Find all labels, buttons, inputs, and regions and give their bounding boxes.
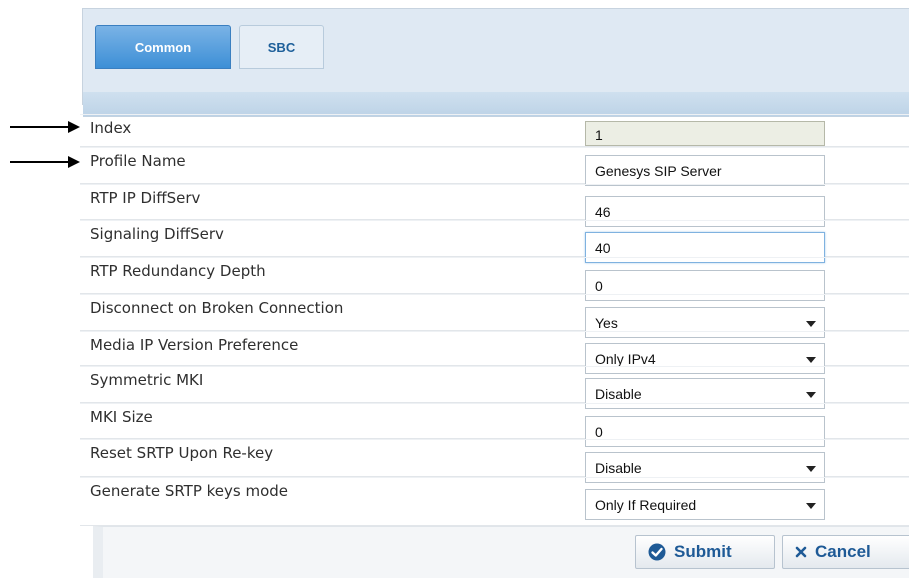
field-label: Signaling DiffServ <box>90 225 224 243</box>
field-label: Generate SRTP keys mode <box>90 482 289 500</box>
field-label: Profile Name <box>90 152 186 170</box>
tab-bar: Common SBC <box>82 8 909 117</box>
field-label: RTP IP DiffServ <box>90 189 201 207</box>
index-field: 1 <box>585 121 825 146</box>
select-value: Disable <box>595 386 642 402</box>
chevron-down-icon <box>806 392 816 398</box>
generate-srtp-keys-mode-select[interactable]: Only If Required <box>585 489 825 520</box>
tab-sbc[interactable]: SBC <box>239 25 324 69</box>
field-label: Media IP Version Preference <box>90 336 299 354</box>
row-signaling-diffserv: Signaling DiffServ 40 <box>80 220 909 263</box>
field-label: Index <box>90 119 132 137</box>
annotation-arrow-profile-name <box>10 156 80 168</box>
field-label: Symmetric MKI <box>90 371 204 389</box>
select-value: Disable <box>595 460 642 476</box>
chevron-down-icon <box>806 321 816 327</box>
chevron-down-icon <box>806 503 816 509</box>
cancel-button[interactable]: Cancel <box>782 535 909 569</box>
row-mki-size: MKI Size 0 <box>80 403 909 447</box>
annotation-arrow-index <box>10 121 80 133</box>
select-value: Yes <box>595 315 618 331</box>
profile-name-input[interactable]: Genesys SIP Server <box>585 155 825 186</box>
form-footer: Submit Cancel <box>93 526 909 578</box>
row-profile-name: Profile Name Genesys SIP Server <box>80 147 909 186</box>
field-label: MKI Size <box>90 408 153 426</box>
row-disconnect-on-broken-connection: Disconnect on Broken Connection Yes <box>80 294 909 338</box>
field-label: Disconnect on Broken Connection <box>90 299 344 317</box>
chevron-down-icon <box>806 357 816 363</box>
submit-label: Submit <box>674 542 732 561</box>
field-label: Reset SRTP Upon Re-key <box>90 444 274 462</box>
cancel-label: Cancel <box>815 542 871 561</box>
field-label: RTP Redundancy Depth <box>90 262 266 280</box>
submit-button[interactable]: Submit <box>635 535 775 569</box>
row-rtp-ip-diffserv: RTP IP DiffServ 46 <box>80 184 909 227</box>
check-circle-icon <box>648 543 666 561</box>
tab-common[interactable]: Common <box>95 25 231 69</box>
chevron-down-icon <box>806 466 816 472</box>
row-rtp-redundancy-depth: RTP Redundancy Depth 0 <box>80 257 909 301</box>
select-value: Only If Required <box>595 497 697 513</box>
row-media-ip-version-preference: Media IP Version Preference Only IPv4 <box>80 331 909 374</box>
select-value: Only IPv4 <box>595 351 656 367</box>
row-reset-srtp-upon-rekey: Reset SRTP Upon Re-key Disable <box>80 439 909 483</box>
row-generate-srtp-keys-mode: Generate SRTP keys mode Only If Required <box>80 477 909 526</box>
x-icon <box>795 546 807 558</box>
row-index: Index 1 <box>80 114 909 147</box>
row-symmetric-mki: Symmetric MKI Disable <box>80 366 909 409</box>
